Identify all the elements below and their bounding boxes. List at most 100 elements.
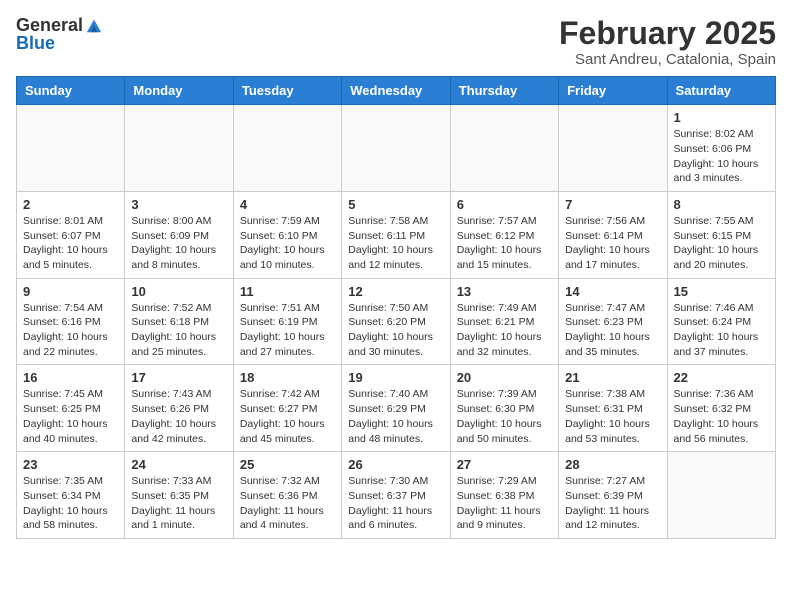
day-info: Sunrise: 7:38 AM Sunset: 6:31 PM Dayligh… [565, 387, 660, 446]
day-number: 26 [348, 457, 443, 472]
calendar-cell: 17 Sunrise: 7:43 AM Sunset: 6:26 PM Dayli… [125, 365, 233, 452]
day-number: 14 [565, 284, 660, 299]
calendar-cell: 23 Sunrise: 7:35 AM Sunset: 6:34 PM Dayli… [17, 452, 125, 539]
day-number: 18 [240, 370, 335, 385]
day-info: Sunrise: 7:51 AM Sunset: 6:19 PM Dayligh… [240, 301, 335, 360]
day-number: 4 [240, 197, 335, 212]
weekday-header-sunday: Sunday [17, 77, 125, 105]
day-number: 3 [131, 197, 226, 212]
weekday-header-saturday: Saturday [667, 77, 775, 105]
week-row-3: 9 Sunrise: 7:54 AM Sunset: 6:16 PM Daylig… [17, 278, 776, 365]
calendar-cell: 27Sunrise: 7:29 AM Sunset: 6:38 PM Dayli… [450, 452, 558, 539]
day-info: Sunrise: 7:27 AM Sunset: 6:39 PM Dayligh… [565, 474, 660, 533]
day-info: Sunrise: 7:43 AM Sunset: 6:26 PM Dayligh… [131, 387, 226, 446]
calendar-cell: 20 Sunrise: 7:39 AM Sunset: 6:30 PM Dayli… [450, 365, 558, 452]
day-info: Sunrise: 7:56 AM Sunset: 6:14 PM Dayligh… [565, 214, 660, 273]
calendar-cell: 4 Sunrise: 7:59 AM Sunset: 6:10 PM Daylig… [233, 191, 341, 278]
calendar-cell: 2 Sunrise: 8:01 AM Sunset: 6:07 PM Daylig… [17, 191, 125, 278]
day-number: 7 [565, 197, 660, 212]
calendar-cell: 16 Sunrise: 7:45 AM Sunset: 6:25 PM Dayli… [17, 365, 125, 452]
calendar-cell [667, 452, 775, 539]
logo-icon [85, 16, 103, 34]
day-number: 25 [240, 457, 335, 472]
day-number: 17 [131, 370, 226, 385]
day-number: 21 [565, 370, 660, 385]
calendar-cell [125, 105, 233, 192]
week-row-1: 1 Sunrise: 8:02 AM Sunset: 6:06 PM Daylig… [17, 105, 776, 192]
day-number: 6 [457, 197, 552, 212]
calendar-cell: 12 Sunrise: 7:50 AM Sunset: 6:20 PM Dayli… [342, 278, 450, 365]
calendar-cell: 21 Sunrise: 7:38 AM Sunset: 6:31 PM Dayli… [559, 365, 667, 452]
calendar-cell [559, 105, 667, 192]
weekday-header-tuesday: Tuesday [233, 77, 341, 105]
day-info: Sunrise: 7:42 AM Sunset: 6:27 PM Dayligh… [240, 387, 335, 446]
calendar-cell: 19 Sunrise: 7:40 AM Sunset: 6:29 PM Dayli… [342, 365, 450, 452]
calendar-location: Sant Andreu, Catalonia, Spain [559, 51, 776, 68]
calendar-cell [17, 105, 125, 192]
week-row-2: 2 Sunrise: 8:01 AM Sunset: 6:07 PM Daylig… [17, 191, 776, 278]
day-info: Sunrise: 8:00 AM Sunset: 6:09 PM Dayligh… [131, 214, 226, 273]
calendar-cell: 9 Sunrise: 7:54 AM Sunset: 6:16 PM Daylig… [17, 278, 125, 365]
day-info: Sunrise: 8:02 AM Sunset: 6:06 PM Dayligh… [674, 127, 769, 186]
day-info: Sunrise: 8:01 AM Sunset: 6:07 PM Dayligh… [23, 214, 118, 273]
logo-blue: Blue [16, 34, 103, 52]
day-number: 22 [674, 370, 769, 385]
calendar-cell: 22 Sunrise: 7:36 AM Sunset: 6:32 PM Dayli… [667, 365, 775, 452]
weekday-header-friday: Friday [559, 77, 667, 105]
calendar-cell: 25 Sunrise: 7:32 AM Sunset: 6:36 PM Dayli… [233, 452, 341, 539]
day-info: Sunrise: 7:54 AM Sunset: 6:16 PM Dayligh… [23, 301, 118, 360]
weekday-header-thursday: Thursday [450, 77, 558, 105]
day-number: 16 [23, 370, 118, 385]
day-info: Sunrise: 7:46 AM Sunset: 6:24 PM Dayligh… [674, 301, 769, 360]
day-info: Sunrise: 7:30 AM Sunset: 6:37 PM Dayligh… [348, 474, 443, 533]
day-number: 9 [23, 284, 118, 299]
day-info: Sunrise: 7:57 AM Sunset: 6:12 PM Dayligh… [457, 214, 552, 273]
day-info: Sunrise: 7:40 AM Sunset: 6:29 PM Dayligh… [348, 387, 443, 446]
day-info: Sunrise: 7:59 AM Sunset: 6:10 PM Dayligh… [240, 214, 335, 273]
day-info: Sunrise: 7:35 AM Sunset: 6:34 PM Dayligh… [23, 474, 118, 533]
calendar-title: February 2025 [559, 16, 776, 51]
calendar-cell: 11 Sunrise: 7:51 AM Sunset: 6:19 PM Dayli… [233, 278, 341, 365]
day-number: 1 [674, 110, 769, 125]
day-number: 12 [348, 284, 443, 299]
day-info: Sunrise: 7:39 AM Sunset: 6:30 PM Dayligh… [457, 387, 552, 446]
calendar-cell: 6 Sunrise: 7:57 AM Sunset: 6:12 PM Daylig… [450, 191, 558, 278]
title-area: February 2025 Sant Andreu, Catalonia, Sp… [559, 16, 776, 68]
day-number: 15 [674, 284, 769, 299]
calendar-cell: 14Sunrise: 7:47 AM Sunset: 6:23 PM Dayli… [559, 278, 667, 365]
calendar-cell: 5Sunrise: 7:58 AM Sunset: 6:11 PM Daylig… [342, 191, 450, 278]
week-row-4: 16 Sunrise: 7:45 AM Sunset: 6:25 PM Dayli… [17, 365, 776, 452]
day-number: 2 [23, 197, 118, 212]
day-number: 13 [457, 284, 552, 299]
day-info: Sunrise: 7:36 AM Sunset: 6:32 PM Dayligh… [674, 387, 769, 446]
day-info: Sunrise: 7:33 AM Sunset: 6:35 PM Dayligh… [131, 474, 226, 533]
day-info: Sunrise: 7:52 AM Sunset: 6:18 PM Dayligh… [131, 301, 226, 360]
page-header: General Blue February 2025 Sant Andreu, … [16, 16, 776, 68]
week-row-5: 23 Sunrise: 7:35 AM Sunset: 6:34 PM Dayli… [17, 452, 776, 539]
calendar-cell: 7 Sunrise: 7:56 AM Sunset: 6:14 PM Daylig… [559, 191, 667, 278]
day-info: Sunrise: 7:32 AM Sunset: 6:36 PM Dayligh… [240, 474, 335, 533]
calendar-cell [233, 105, 341, 192]
calendar-cell: 18 Sunrise: 7:42 AM Sunset: 6:27 PM Dayli… [233, 365, 341, 452]
day-number: 24 [131, 457, 226, 472]
logo: General Blue [16, 16, 103, 52]
calendar-cell: 24 Sunrise: 7:33 AM Sunset: 6:35 PM Dayli… [125, 452, 233, 539]
calendar-cell: 28Sunrise: 7:27 AM Sunset: 6:39 PM Dayli… [559, 452, 667, 539]
day-number: 20 [457, 370, 552, 385]
calendar-cell: 3 Sunrise: 8:00 AM Sunset: 6:09 PM Daylig… [125, 191, 233, 278]
day-info: Sunrise: 7:49 AM Sunset: 6:21 PM Dayligh… [457, 301, 552, 360]
logo-general: General [16, 16, 83, 34]
day-number: 8 [674, 197, 769, 212]
day-info: Sunrise: 7:55 AM Sunset: 6:15 PM Dayligh… [674, 214, 769, 273]
day-number: 19 [348, 370, 443, 385]
weekday-header-wednesday: Wednesday [342, 77, 450, 105]
calendar-cell [342, 105, 450, 192]
day-number: 11 [240, 284, 335, 299]
calendar-table: SundayMondayTuesdayWednesdayThursdayFrid… [16, 76, 776, 539]
calendar-cell: 10Sunrise: 7:52 AM Sunset: 6:18 PM Dayli… [125, 278, 233, 365]
day-number: 27 [457, 457, 552, 472]
day-info: Sunrise: 7:50 AM Sunset: 6:20 PM Dayligh… [348, 301, 443, 360]
day-number: 23 [23, 457, 118, 472]
day-info: Sunrise: 7:45 AM Sunset: 6:25 PM Dayligh… [23, 387, 118, 446]
calendar-cell: 8 Sunrise: 7:55 AM Sunset: 6:15 PM Daylig… [667, 191, 775, 278]
